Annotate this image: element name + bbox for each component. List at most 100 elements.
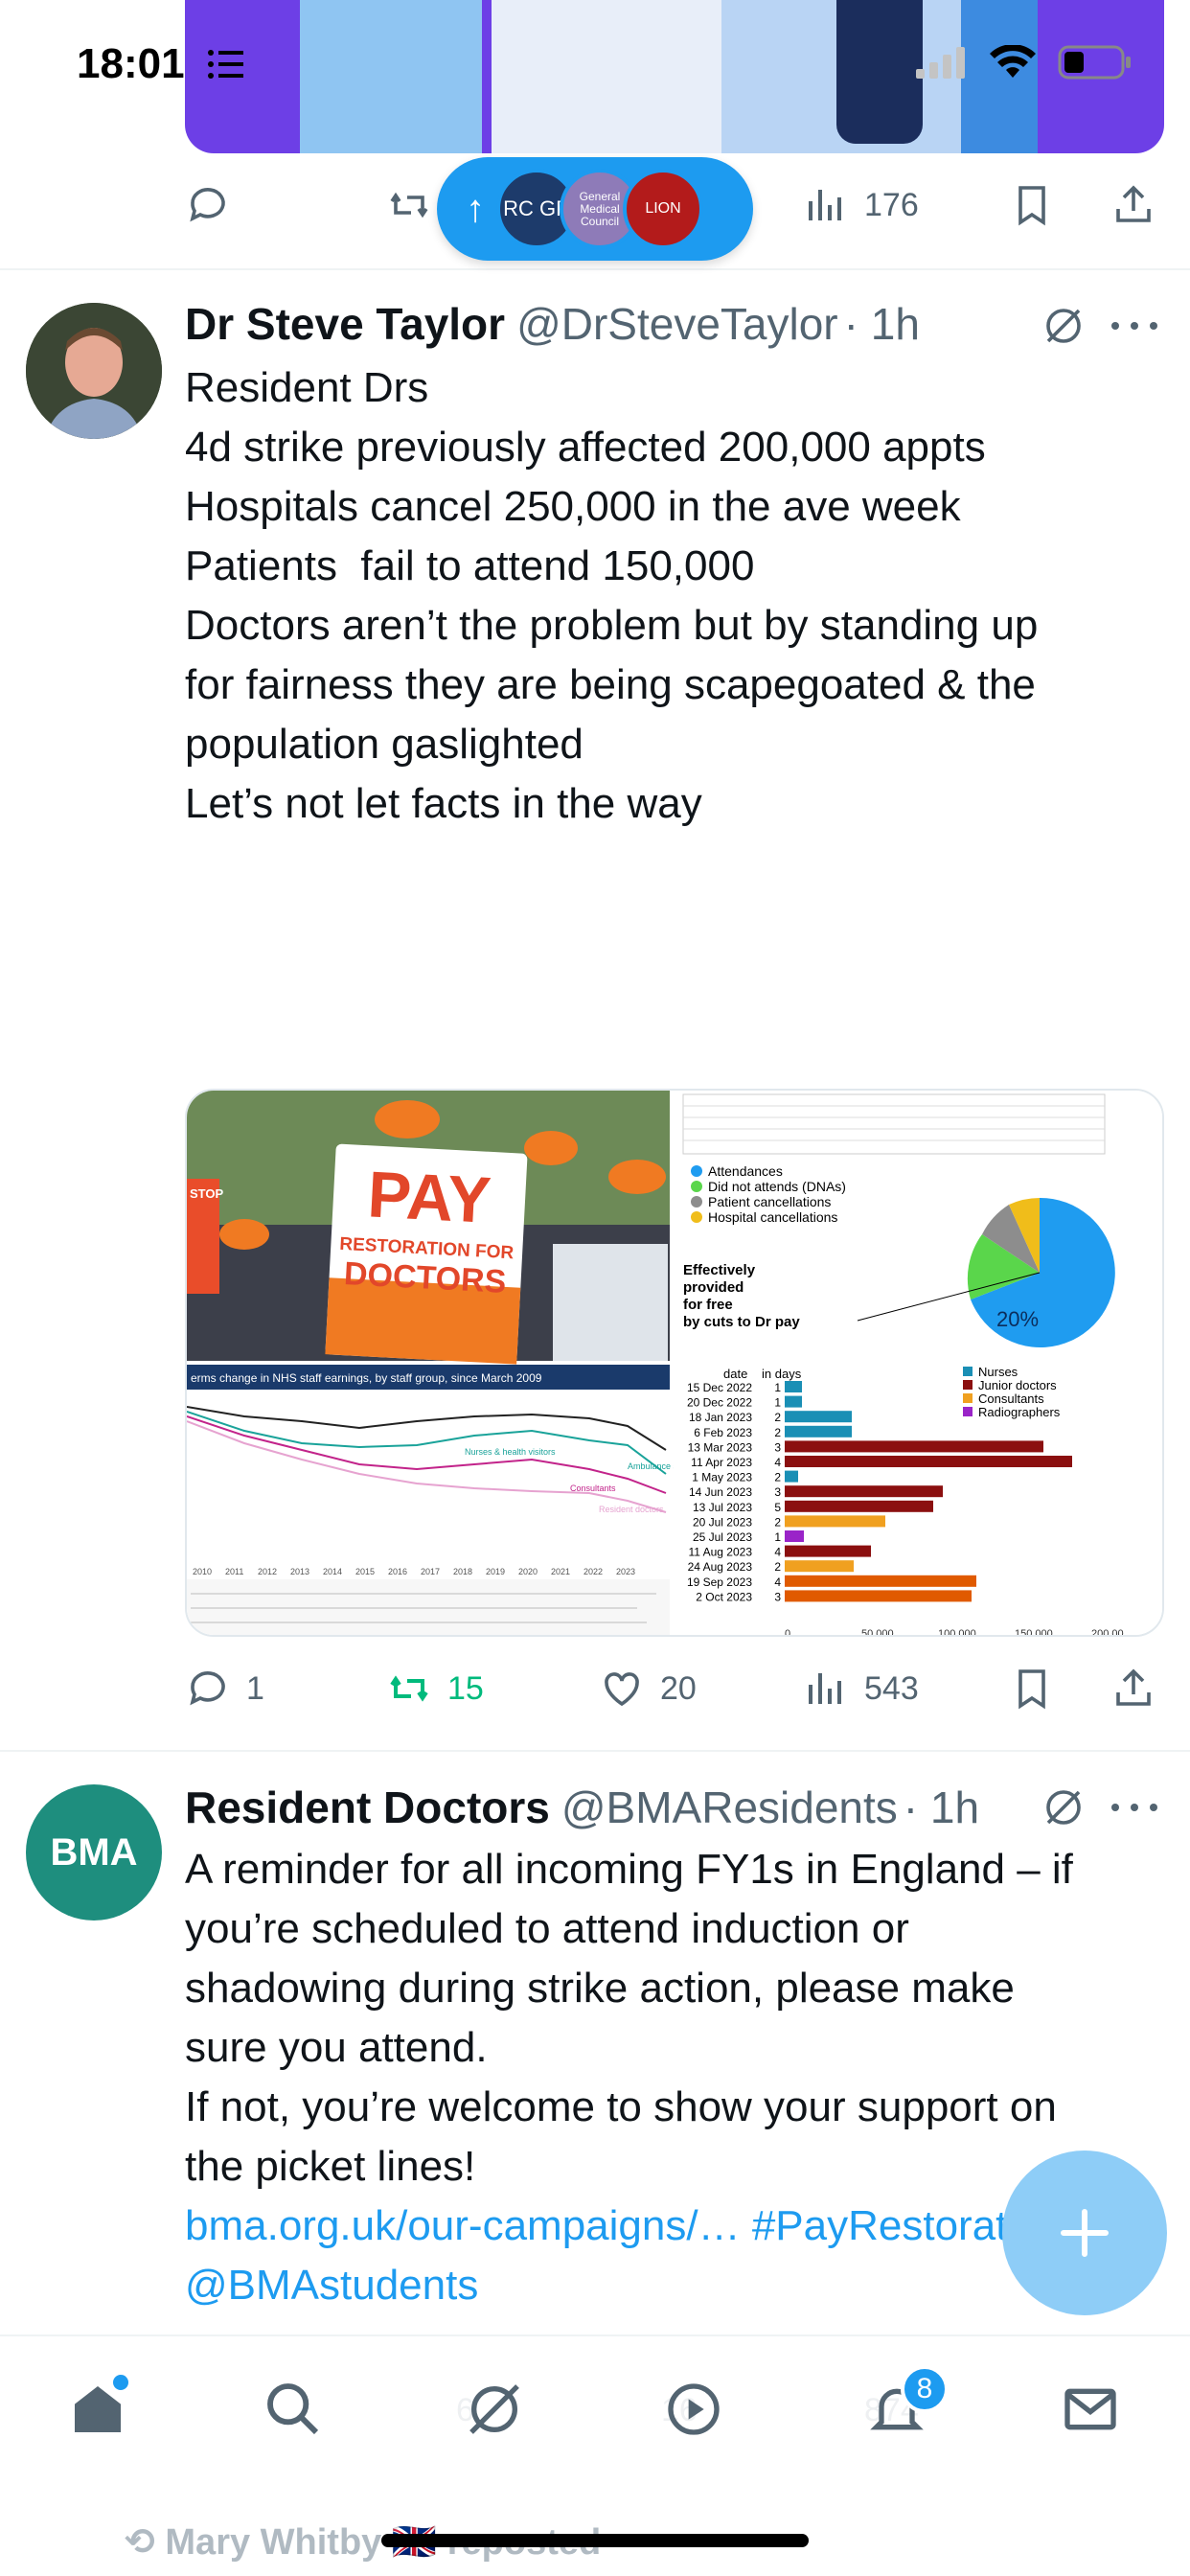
pie-caption-line: for free [683,1297,733,1313]
focus-list-icon [208,50,243,79]
tweet-line: 4d strike previously affected 200,000 ap… [185,424,986,471]
like-button[interactable]: 20 [599,1666,697,1712]
nav-search[interactable] [255,2371,332,2448]
bar-row-date: 20 Dec 2022 [687,1396,752,1410]
bar-header-days: in days [762,1367,802,1381]
bar-axis-label: 150,000 [1015,1628,1053,1637]
heart-icon [605,1672,639,1707]
bar-legend: Junior doctors [978,1378,1057,1392]
cellular-signal-icon [916,47,965,79]
bar-row-days: 2 [774,1471,781,1484]
tweet-line: Let’s not let facts in the way [185,780,702,827]
line-chart-year-label: 2016 [388,1567,407,1576]
line-chart-year-label: 2023 [616,1567,635,1576]
grok-icon[interactable] [1041,1784,1087,1830]
nav-grok[interactable] [456,2371,533,2448]
status-bar: 18:01 [0,0,1190,134]
more-options-icon[interactable] [1108,1798,1161,1817]
line-chart-year-label: 2012 [258,1567,277,1576]
tweet-line: Patients fail to attend 150,000 [185,542,755,589]
tweet-text: Resident Drs 4d strike previously affect… [185,358,1162,834]
tweet-line: sure you attend. [185,2024,488,2071]
tweet-line: Doctors aren’t the problem but by standi… [185,602,1039,649]
bar-row-bar [785,1545,871,1557]
author-handle[interactable]: @DrSteveTaylor [516,298,838,350]
strike-days-bar-chart-image[interactable]: date in days Nurses Junior doctors Consu… [674,1365,1164,1637]
tweet-line: Hospitals cancel 250,000 in the ave week [185,483,961,530]
avatar[interactable] [26,303,162,439]
campaign-link[interactable]: bma.org.uk/our-campaigns/… [185,2202,741,2249]
post-time: · 1h [843,299,920,349]
views-button[interactable]: 176 [803,182,919,228]
pie-legend-hospital: Hospital cancellations [708,1209,837,1225]
bar-row-date: 13 Mar 2023 [688,1440,753,1454]
nav-home[interactable] [59,2371,136,2448]
earnings-line-chart-image[interactable]: erms change in NHS staff earnings, by st… [187,1365,690,1637]
line-series-label: Nurses & health visitors [465,1447,556,1457]
mention-link[interactable]: @BMAstudents [185,2262,478,2309]
like-count: 20 [660,1669,697,1707]
bar-row-bar [785,1381,802,1392]
placard-pay-text: PAY [366,1158,492,1237]
reply-icon [190,188,225,222]
pie-legend-attendances: Attendances [708,1163,783,1179]
bar-row-date: 1 May 2023 [692,1471,752,1484]
tweet-line: you’re scheduled to attend induction or [185,1905,909,1952]
pie-percent-label: 20% [996,1307,1039,1331]
new-post-avatar: LION [623,169,703,249]
avatar-photo [26,303,162,439]
bar-row-days: 2 [774,1560,781,1574]
line-chart-year-label: 2021 [551,1567,570,1576]
grok-icon [469,2384,519,2434]
more-options-icon[interactable] [1108,316,1161,335]
line-chart-year-label: 2011 [225,1567,243,1576]
repost-button[interactable] [386,182,432,228]
reply-button[interactable]: 1 [185,1666,264,1712]
repost-button[interactable]: 15 [386,1666,484,1712]
nav-video[interactable] [655,2371,732,2448]
tweet-line: Resident Drs [185,364,429,411]
bar-row-date: 13 Jul 2023 [693,1501,752,1514]
author-name[interactable]: Resident Doctors [185,1782,550,1833]
share-button[interactable] [1110,1666,1156,1712]
new-posts-pill[interactable]: ↑ RC GP General Medical Council LION [437,157,753,261]
bar-legend: Nurses [978,1365,1018,1379]
bar-row-date: 6 Feb 2023 [694,1426,752,1439]
bar-row-bar [785,1500,933,1512]
grok-icon[interactable] [1041,303,1087,349]
share-button[interactable] [1110,182,1156,228]
tweet-header: Resident Doctors @BMAResidents · 1h [185,1779,979,1836]
tweet-media-grid[interactable]: STOP PAY RESTORATION FOR DOCTORS Attenda… [185,1089,1164,1637]
bar-row-date: 19 Sep 2023 [687,1576,752,1589]
author-handle[interactable]: @BMAResidents [561,1782,898,1833]
bookmark-button[interactable] [1009,1666,1055,1712]
reply-icon [190,1671,225,1706]
new-content-dot [113,2375,128,2390]
bookmark-button[interactable] [1009,182,1055,228]
nav-notifications[interactable]: 8 [858,2365,949,2448]
bar-row-days: 4 [774,1576,781,1589]
divider [0,268,1190,270]
pie-chart-image[interactable]: Attendances Did not attends (DNAs) Patie… [674,1091,1164,1361]
bar-row-date: 25 Jul 2023 [693,1530,752,1544]
bma-logo-text: BMA [50,1830,138,1874]
bar-row-bar [785,1470,798,1483]
pie-caption-line: Effectively [683,1262,756,1278]
reply-button[interactable] [185,182,231,228]
protest-photo[interactable]: STOP PAY RESTORATION FOR DOCTORS [187,1091,670,1365]
avatar[interactable]: BMA [26,1784,162,1920]
home-indicator [381,2534,809,2547]
plus-icon [1061,2209,1109,2257]
nav-messages[interactable] [1052,2371,1129,2448]
bar-row-days: 3 [774,1485,781,1499]
bookmark-icon [1018,186,1045,226]
author-name[interactable]: Dr Steve Taylor [185,298,505,350]
line-chart-year-label: 2017 [421,1567,440,1576]
compose-button[interactable] [1002,2150,1167,2315]
post-time: · 1h [903,1782,980,1832]
bar-legend: Consultants [978,1392,1044,1406]
share-icon [1116,185,1151,222]
notifications-badge: 8 [901,2365,949,2413]
views-button[interactable]: 543 [803,1666,919,1712]
tweet-line: for fairness they are being scapegoated … [185,661,1036,708]
